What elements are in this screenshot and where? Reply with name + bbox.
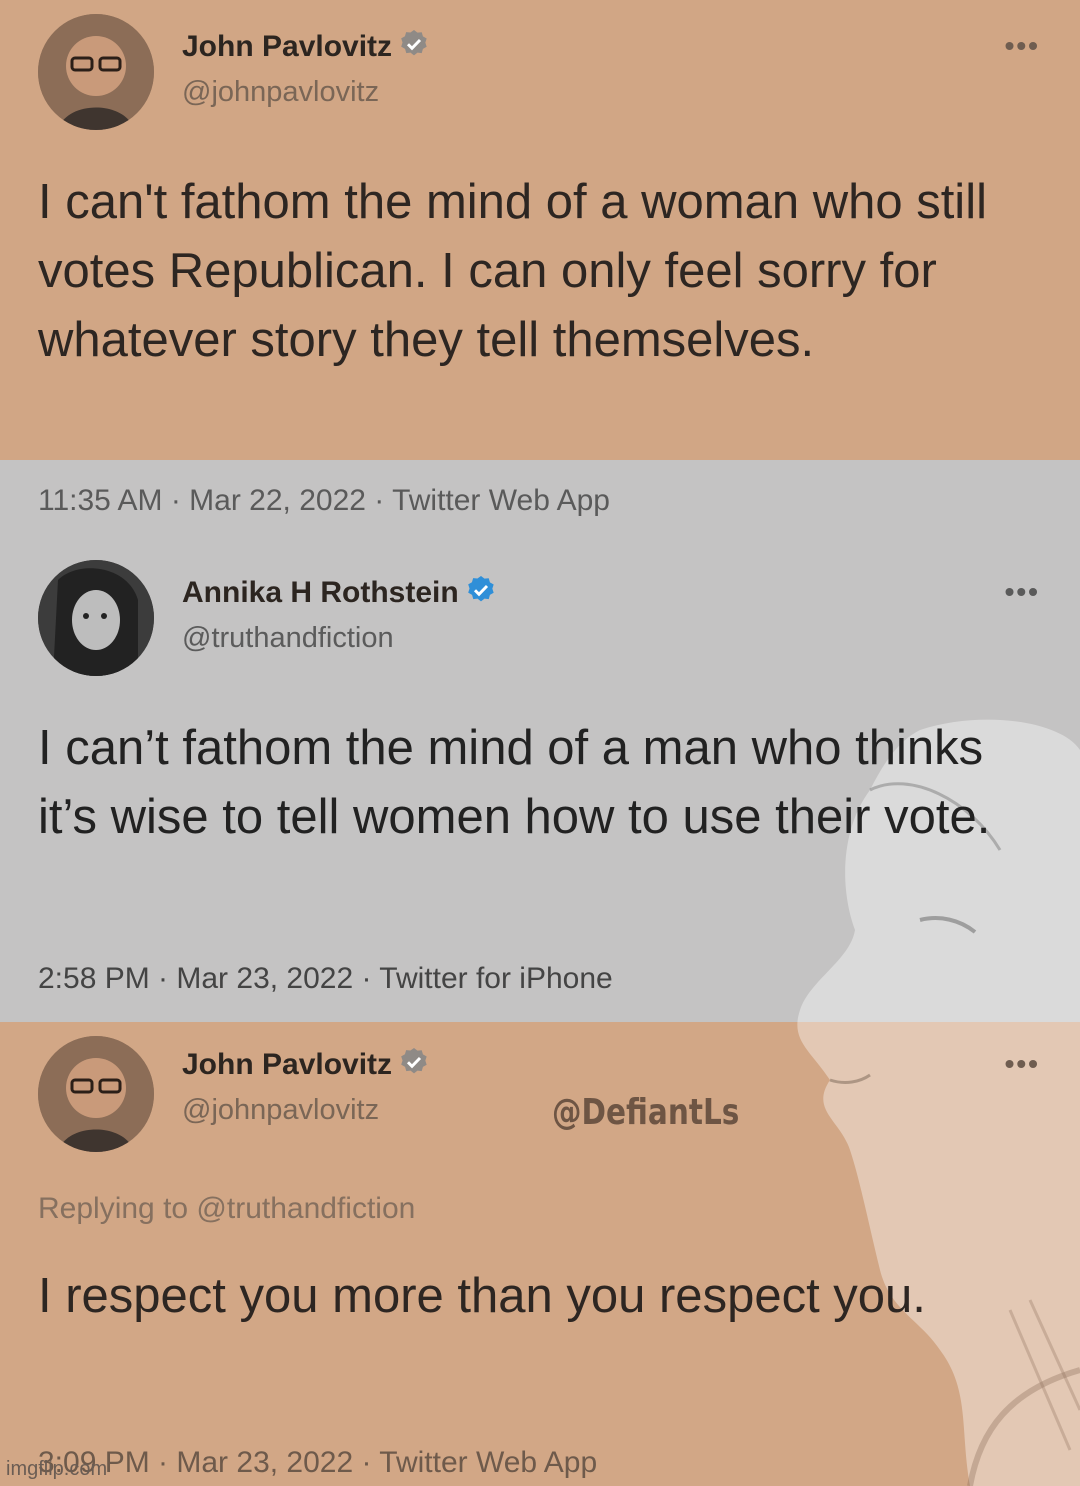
more-horizontal-icon[interactable]: ••• xyxy=(1005,30,1040,62)
tweet-timestamp[interactable]: 2:58 PM · Mar 23, 2022 · Twitter for iPh… xyxy=(38,962,613,996)
author-handle[interactable]: @truthandfiction xyxy=(182,622,394,655)
replying-to-label[interactable]: Replying to @truthandfiction xyxy=(38,1192,415,1226)
author-name-text: John Pavlovitz xyxy=(182,1048,393,1081)
author-name-text: John Pavlovitz xyxy=(182,30,393,63)
author-name[interactable]: John Pavlovitz xyxy=(182,28,430,64)
tweet-text: I can't fathom the mind of a woman who s… xyxy=(38,175,987,367)
avatar-photo xyxy=(38,560,154,676)
avatar-photo xyxy=(38,14,154,130)
author-name[interactable]: John Pavlovitz xyxy=(182,1046,430,1082)
verified-badge-icon xyxy=(401,30,427,56)
avatar[interactable] xyxy=(38,560,154,676)
author-handle[interactable]: @johnpavlovitz xyxy=(182,1094,379,1127)
more-horizontal-icon[interactable]: ••• xyxy=(1005,576,1040,608)
avatar-photo xyxy=(38,1036,154,1152)
verified-badge-icon xyxy=(401,1048,427,1074)
author-handle[interactable]: @johnpavlovitz xyxy=(182,76,379,109)
avatar[interactable] xyxy=(38,14,154,130)
author-name-text: Annika H Rothstein xyxy=(182,576,459,609)
avatar[interactable] xyxy=(38,1036,154,1152)
overlay-watermark-tag: @DefiantLs xyxy=(552,1092,740,1133)
tweet-timestamp[interactable]: 3:09 PM · Mar 23, 2022 · Twitter Web App xyxy=(38,1446,597,1480)
tweet-text: I can’t fathom the mind of a man who thi… xyxy=(38,721,991,844)
tweet-timestamp[interactable]: 11:35 AM · Mar 22, 2022 · Twitter Web Ap… xyxy=(38,484,610,518)
tweet-text: I respect you more than you respect you. xyxy=(38,1269,926,1323)
more-horizontal-icon[interactable]: ••• xyxy=(1005,1048,1040,1080)
imgflip-watermark: imgflip.com xyxy=(6,1458,108,1480)
author-name[interactable]: Annika H Rothstein xyxy=(182,574,497,610)
verified-badge-icon xyxy=(467,576,494,602)
